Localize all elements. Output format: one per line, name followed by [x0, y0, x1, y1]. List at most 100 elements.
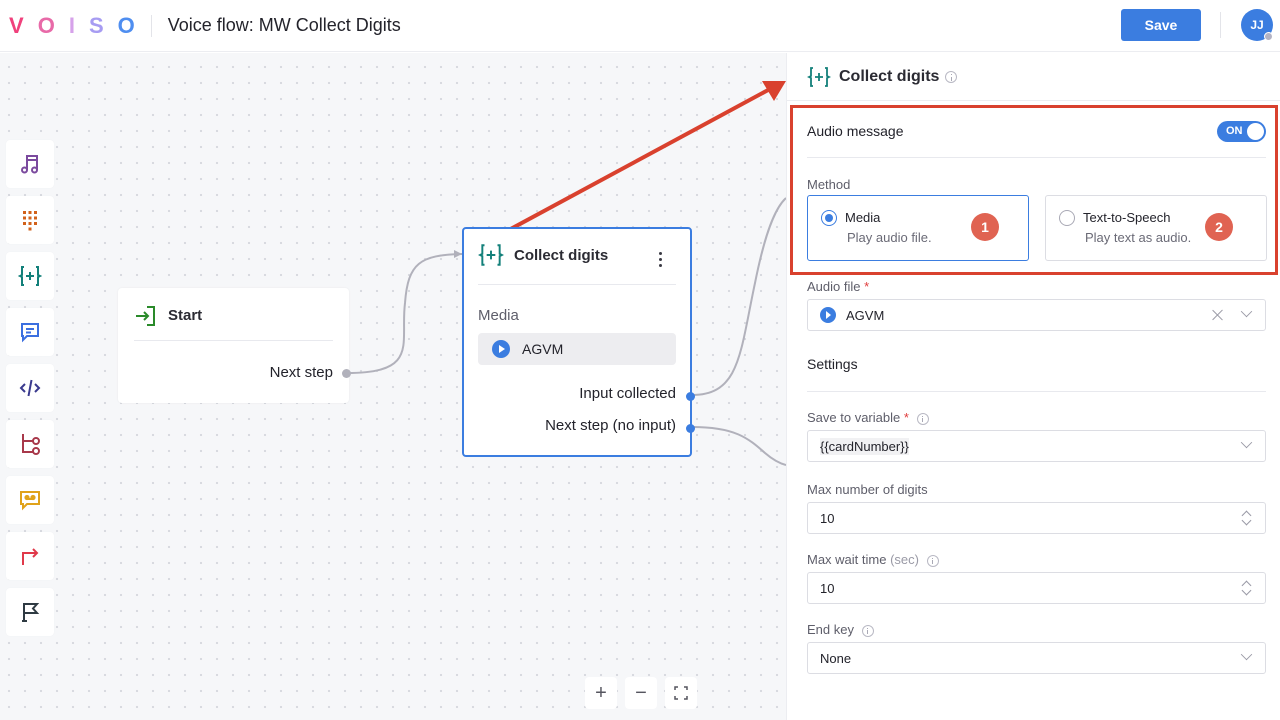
play-icon[interactable] — [820, 307, 836, 323]
port-label-input-collected: Input collected — [579, 385, 676, 402]
properties-panel: Collect digits Audio message ON Method M… — [786, 53, 1280, 720]
dialpad-icon — [23, 211, 37, 231]
output-port[interactable] — [686, 392, 695, 401]
voiso-logo[interactable]: V O I S O — [9, 13, 135, 39]
tool-transfer[interactable] — [6, 532, 54, 580]
max-digits-input[interactable]: 10 — [807, 502, 1266, 534]
tool-dial-pad[interactable] — [6, 196, 54, 244]
toggle-knob — [1247, 123, 1264, 140]
page-title: Voice flow: MW Collect Digits — [167, 15, 401, 35]
end-key-value: None — [820, 650, 852, 666]
max-digits-label: Max number of digits — [807, 482, 928, 497]
header-divider — [150, 14, 152, 37]
toggle-state-text: ON — [1226, 125, 1243, 137]
flag-icon — [22, 603, 40, 622]
label-text: Max wait time — [807, 552, 887, 567]
start-node-title: Start — [168, 307, 203, 324]
start-node[interactable]: Start Next step — [118, 288, 351, 403]
redirect-arrow-icon — [22, 548, 39, 565]
max-wait-input[interactable]: 10 — [807, 572, 1266, 604]
play-icon[interactable] — [492, 340, 510, 358]
panel-header: Collect digits — [807, 65, 958, 89]
settings-heading: Settings — [807, 356, 858, 372]
logo-letter: O — [37, 12, 55, 38]
annotation-badge: 1 — [971, 213, 999, 241]
chevron-down-icon — [1240, 305, 1253, 318]
edge-no-input — [691, 426, 786, 466]
chevron-down-icon — [1240, 648, 1253, 661]
info-icon[interactable] — [861, 624, 874, 637]
max-wait-value: 10 — [820, 580, 835, 596]
clear-icon[interactable] — [1211, 308, 1225, 322]
annotation-arrow — [506, 87, 771, 233]
audio-message-label: Audio message — [807, 123, 904, 139]
output-port[interactable] — [342, 369, 351, 378]
tool-play-audio[interactable] — [6, 140, 54, 188]
info-icon[interactable] — [916, 412, 929, 425]
tool-end[interactable] — [6, 588, 54, 636]
logo-letter: I — [68, 12, 75, 38]
info-icon[interactable] — [926, 554, 939, 567]
method-description: Play audio file. — [847, 230, 932, 245]
logo-letter: V — [9, 12, 24, 38]
collect-digits-icon — [478, 244, 504, 266]
end-key-label: End key — [807, 622, 874, 637]
code-icon — [19, 379, 41, 397]
audio-file-value: AGVM — [846, 307, 885, 323]
audio-file-label: Audio file * — [807, 279, 869, 294]
save-to-variable-select[interactable]: {{cardNumber}} — [807, 430, 1266, 462]
method-option-media[interactable]: Media Play audio file. 1 — [807, 195, 1029, 261]
edge-input-collected — [691, 197, 786, 396]
more-options-icon[interactable] — [654, 247, 666, 271]
output-port[interactable] — [686, 424, 695, 433]
port-label-next-step: Next step — [269, 364, 333, 381]
tool-code[interactable] — [6, 364, 54, 412]
divider — [807, 391, 1266, 392]
media-chip[interactable]: AGVM — [478, 333, 676, 365]
audio-file-select[interactable]: AGVM — [807, 299, 1266, 331]
label-text: Audio file — [807, 279, 861, 294]
max-digits-value: 10 — [820, 510, 835, 526]
label-text: Save to variable — [807, 410, 901, 425]
method-description: Play text as audio. — [1085, 230, 1192, 245]
tool-message[interactable] — [6, 308, 54, 356]
logo-letter: O — [117, 12, 135, 38]
presence-status-icon — [1264, 32, 1273, 41]
fit-view-button[interactable] — [665, 677, 697, 709]
edge-arrowhead — [454, 250, 462, 258]
stepper-icon[interactable] — [1241, 579, 1251, 597]
save-to-variable-label: Save to variable * — [807, 410, 929, 425]
label-text: End key — [807, 622, 854, 637]
unit-text: (sec) — [890, 552, 919, 567]
zoom-controls: + − — [585, 677, 697, 709]
tool-collect-digits[interactable] — [6, 252, 54, 300]
voicemail-icon — [20, 491, 40, 511]
end-key-select[interactable]: None — [807, 642, 1266, 674]
method-title: Text-to-Speech — [1083, 210, 1171, 225]
collect-digits-icon — [18, 266, 42, 286]
enter-icon — [136, 306, 155, 326]
collect-node-title: Collect digits — [514, 247, 609, 264]
panel-title: Collect digits — [839, 68, 940, 85]
annotation-arrowhead — [762, 81, 786, 101]
collect-digits-node[interactable]: Collect digits Media AGVM Input collecte… — [462, 227, 695, 457]
method-option-text-to-speech[interactable]: Text-to-Speech Play text as audio. 2 — [1045, 195, 1267, 261]
chat-bubble-icon — [21, 323, 39, 343]
audio-message-toggle[interactable]: ON — [1217, 121, 1266, 142]
radio-button[interactable] — [1059, 210, 1075, 226]
tool-branch[interactable] — [6, 420, 54, 468]
tool-voicemail[interactable] — [6, 476, 54, 524]
info-icon[interactable] — [945, 71, 958, 83]
required-mark: * — [864, 279, 870, 294]
chevron-down-icon — [1240, 436, 1253, 449]
zoom-in-button[interactable]: + — [585, 677, 617, 709]
start-node-header: Start — [134, 304, 333, 341]
divider — [787, 100, 1280, 101]
flow-canvas[interactable]: Start Next step Collect digits Media AGV… — [0, 53, 786, 720]
radio-button[interactable] — [821, 210, 837, 226]
stepper-icon[interactable] — [1241, 509, 1251, 527]
port-label-no-input: Next step (no input) — [545, 417, 676, 434]
variable-value: {{cardNumber}} — [820, 437, 909, 455]
zoom-out-button[interactable]: − — [625, 677, 657, 709]
save-button[interactable]: Save — [1121, 9, 1201, 41]
